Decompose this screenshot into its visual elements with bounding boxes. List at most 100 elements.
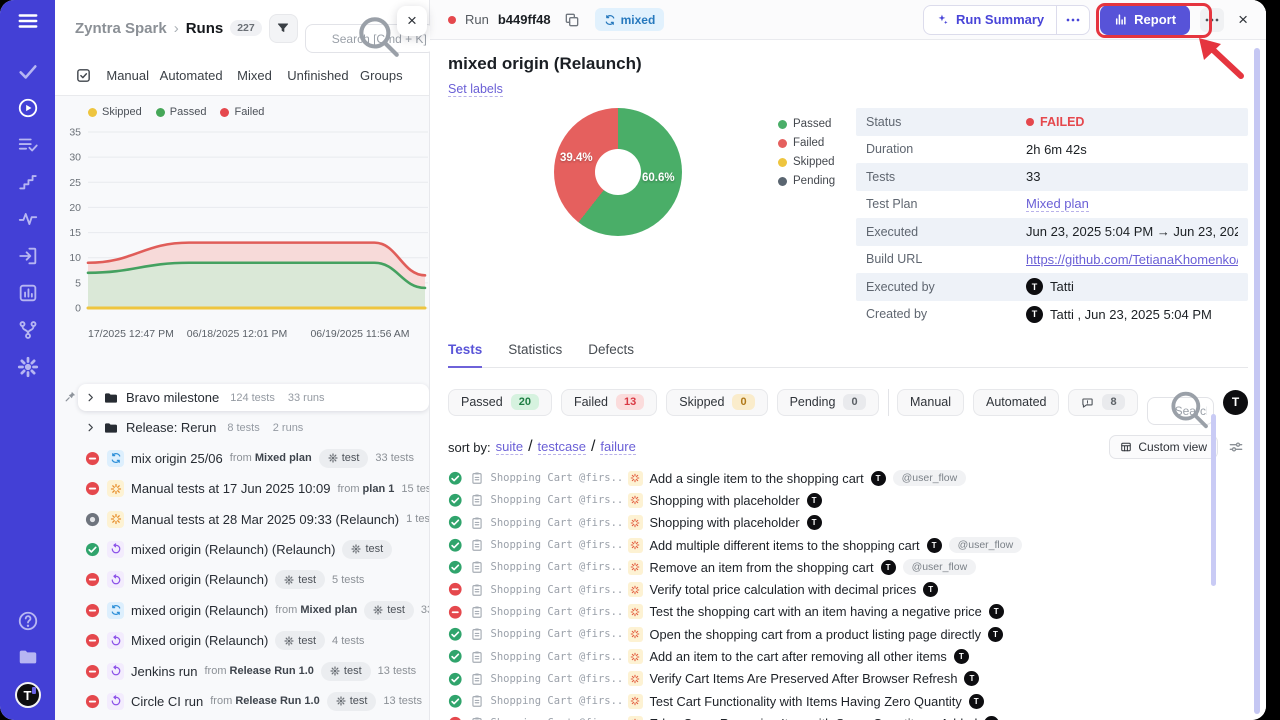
filter-skipped[interactable]: Skipped0: [666, 389, 767, 416]
burst-icon: [628, 627, 643, 642]
milestone-row[interactable]: Bravo milestone124 tests33 runs: [78, 384, 429, 411]
avatar: T: [923, 582, 938, 597]
test-row[interactable]: Shopping Cart @firs...Remove an item fro…: [448, 556, 1248, 578]
runs-history-chart: SkippedPassedFailed 05101520253035 17/20…: [55, 96, 429, 344]
detail-link[interactable]: Mixed plan: [1026, 196, 1089, 212]
filter-button[interactable]: [269, 14, 298, 43]
tab-groups[interactable]: Groups: [350, 68, 413, 83]
status-passed-icon: [448, 471, 463, 486]
run-tests-count: 1 tests: [406, 513, 429, 525]
help-icon[interactable]: [17, 610, 39, 632]
run-summary-button[interactable]: Run Summary: [924, 12, 1056, 27]
defects-icon[interactable]: [17, 208, 39, 230]
test-title: Shopping with placeholder: [650, 493, 800, 508]
tests-filter-row: Passed20 Failed13 Skipped0 Pending0 Manual Au…: [448, 379, 1248, 425]
filter-pending[interactable]: Pending0: [777, 389, 879, 416]
run-from-plan: from plan 1: [337, 483, 394, 495]
chevron-right-icon[interactable]: [85, 422, 96, 433]
test-row[interactable]: Shopping Cart @firs...Add an item to the…: [448, 645, 1248, 667]
reports-icon[interactable]: [17, 282, 39, 304]
run-list-item[interactable]: Manual tests at 17 Jun 2025 10:09from pl…: [55, 475, 429, 502]
report-button[interactable]: Report: [1100, 5, 1190, 35]
detail-row: Created byTTatti , Jun 23, 2025 5:04 PM: [856, 301, 1248, 329]
detail-label: Executed by: [866, 280, 1026, 294]
test-title: Test the shopping cart with an item havi…: [650, 604, 982, 619]
settings-icon[interactable]: [17, 356, 39, 378]
test-tag-pill: test: [275, 631, 325, 650]
set-labels-link[interactable]: Set labels: [448, 82, 503, 97]
tab-tests[interactable]: Tests: [448, 342, 482, 368]
tab-mixed[interactable]: Mixed: [223, 68, 286, 83]
test-row[interactable]: Shopping Cart @firs...Test the shopping …: [448, 601, 1248, 623]
milestone-row[interactable]: Release: Rerun8 tests2 runs: [55, 414, 429, 441]
milestones-icon[interactable]: [17, 171, 39, 193]
test-title: Add a single item to the shopping cart: [650, 471, 864, 486]
tab-automated[interactable]: Automated: [159, 68, 222, 83]
projects-icon[interactable]: [17, 646, 39, 668]
more-actions-button[interactable]: [1200, 8, 1224, 32]
test-row[interactable]: Shopping Cart @firs...Shopping with plac…: [448, 512, 1248, 534]
sort-suite-link[interactable]: suite: [496, 439, 523, 455]
run-list-item[interactable]: Manual tests at 28 Mar 2025 09:33 (Relau…: [55, 506, 429, 533]
test-row[interactable]: Shopping Cart @firs...Open the shopping …: [448, 623, 1248, 645]
test-row[interactable]: Shopping Cart @firs...Edge Case: Removin…: [448, 712, 1248, 720]
tab-statistics[interactable]: Statistics: [508, 342, 562, 367]
sort-testcase-link[interactable]: testcase: [538, 439, 586, 455]
test-row[interactable]: Shopping Cart @firs...Test Cart Function…: [448, 690, 1248, 712]
detail-row: Duration2h 6m 42s: [856, 136, 1248, 164]
tab-unfinished[interactable]: Unfinished: [286, 68, 349, 83]
run-list-item[interactable]: Jenkins runfrom Release Run 1.0test13 te…: [55, 658, 429, 685]
detail-row: ExecutedJun 23, 2025 5:04 PM → Jun 23, 2…: [856, 218, 1248, 246]
test-row[interactable]: Shopping Cart @firs...Verify total price…: [448, 578, 1248, 600]
user-avatar[interactable]: T: [15, 682, 41, 708]
build-url-link[interactable]: https://github.com/TetianaKhomenko/Load-…: [1026, 252, 1238, 267]
run-type-badge[interactable]: mixed: [595, 8, 665, 31]
menu-icon[interactable]: [17, 10, 39, 32]
run-list-item[interactable]: mixed origin (Relaunch) (Relaunch)test: [55, 536, 429, 563]
x-tick-label: 06/18/2025 12:01 PM: [187, 328, 287, 340]
tab-defects[interactable]: Defects: [588, 342, 634, 367]
test-row[interactable]: Shopping Cart @firs...Shopping with plac…: [448, 489, 1248, 511]
sort-row: sort by: suite / testcase / failure Cust…: [448, 435, 1248, 459]
run-list-item[interactable]: Mixed origin (Relaunch)test5 tests: [55, 566, 429, 593]
tab-manual[interactable]: Manual: [96, 68, 159, 83]
integrations-icon[interactable]: [17, 319, 39, 341]
passed-percent-label: 60.6%: [642, 172, 675, 184]
custom-view-button[interactable]: Custom view: [1109, 435, 1218, 459]
run-list-item[interactable]: mixed origin (Relaunch)from Mixed plante…: [55, 597, 429, 624]
sort-failure-link[interactable]: failure: [600, 439, 635, 455]
chevron-right-icon[interactable]: [85, 392, 96, 403]
clipboard-icon: [470, 650, 484, 664]
import-icon[interactable]: [17, 245, 39, 267]
test-row[interactable]: Shopping Cart @firs...Verify Cart Items …: [448, 668, 1248, 690]
copy-icon[interactable]: [564, 12, 580, 28]
run-list-item[interactable]: Circle CI runfrom Release Run 1.0test13 …: [55, 688, 429, 715]
sort-separator: /: [591, 438, 595, 456]
run-list-item[interactable]: Mixed origin (Relaunch)test4 tests: [55, 627, 429, 654]
run-list-item[interactable]: mix origin 25/06from Mixed plantest33 te…: [55, 445, 429, 472]
panel-close-button[interactable]: ×: [397, 6, 427, 36]
filter-failed[interactable]: Failed13: [561, 389, 657, 416]
breadcrumb-project[interactable]: Zyntra Spark: [75, 20, 167, 37]
clipboard-icon: [470, 605, 484, 619]
run-detail-header: Run b449ff48 mixed Run Summary Report: [430, 0, 1266, 40]
sparkle-icon: [936, 13, 949, 26]
filter-passed[interactable]: Passed20: [448, 389, 552, 416]
filter-comments[interactable]: 8: [1068, 389, 1137, 416]
gear-icon: [351, 544, 361, 554]
clipboard-icon: [470, 560, 484, 574]
tests-scrollbar[interactable]: [1211, 414, 1216, 586]
filter-automated[interactable]: Automated: [973, 389, 1059, 416]
test-cases-icon[interactable]: [17, 60, 39, 82]
assignee-avatar[interactable]: T: [1223, 390, 1248, 415]
detail-close-button[interactable]: ×: [1234, 10, 1252, 30]
test-row[interactable]: Shopping Cart @firs...Add a single item …: [448, 467, 1248, 489]
select-all-icon[interactable]: [75, 67, 92, 84]
run-summary-more-button[interactable]: [1056, 6, 1089, 34]
test-plans-icon[interactable]: [17, 134, 39, 156]
filter-manual[interactable]: Manual: [897, 389, 964, 416]
sliders-icon[interactable]: [1228, 439, 1244, 455]
panel-scrollbar[interactable]: [1254, 48, 1260, 714]
runs-icon[interactable]: [17, 97, 39, 119]
test-row[interactable]: Shopping Cart @firs...Add multiple diffe…: [448, 534, 1248, 556]
